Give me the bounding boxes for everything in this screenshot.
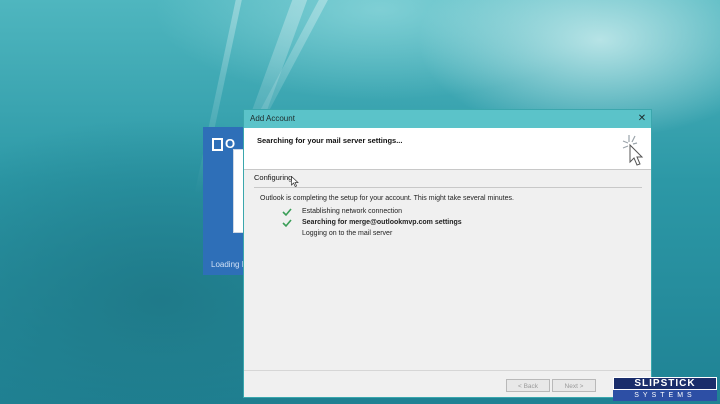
wizard-cursor-icon [622, 135, 644, 166]
mouse-pointer-icon [291, 176, 299, 187]
watermark-bottom: SYSTEMS [613, 390, 717, 401]
section-label-configuring: Configuring [254, 173, 293, 182]
back-button[interactable]: < Back [506, 379, 550, 392]
add-account-dialog: Add Account ✕ Searching for your mail se… [243, 109, 652, 398]
header-title: Searching for your mail server settings.… [257, 136, 403, 145]
footer-separator [244, 370, 651, 371]
step-label: Searching for merge@outlookmvp.com setti… [302, 219, 462, 226]
dialog-header: Searching for your mail server settings.… [244, 128, 651, 169]
checkmark-icon [282, 208, 292, 217]
watermark-top: SLIPSTICK [613, 377, 717, 390]
step-label: Establishing network connection [302, 208, 403, 215]
dialog-titlebar[interactable]: Add Account ✕ [244, 110, 651, 128]
outlook-logo: O [212, 136, 235, 152]
watermark-bottom-text: SYSTEMS [634, 392, 696, 399]
watermark-top-text: SLIPSTICK [634, 378, 696, 389]
dialog-title: Add Account [250, 114, 295, 123]
info-text: Outlook is completing the setup for your… [260, 195, 514, 202]
office-logo-icon [212, 138, 223, 152]
close-button[interactable]: ✕ [633, 110, 651, 128]
step-label: Logging on to the mail server [302, 230, 393, 237]
next-button[interactable]: Next > [552, 379, 596, 392]
section-divider [254, 187, 642, 188]
header-separator [244, 169, 651, 170]
slipstick-watermark-logo: SLIPSTICK SYSTEMS [613, 377, 717, 402]
checkmark-icon [282, 219, 292, 228]
splash-loading-text: Loading P [211, 260, 248, 269]
